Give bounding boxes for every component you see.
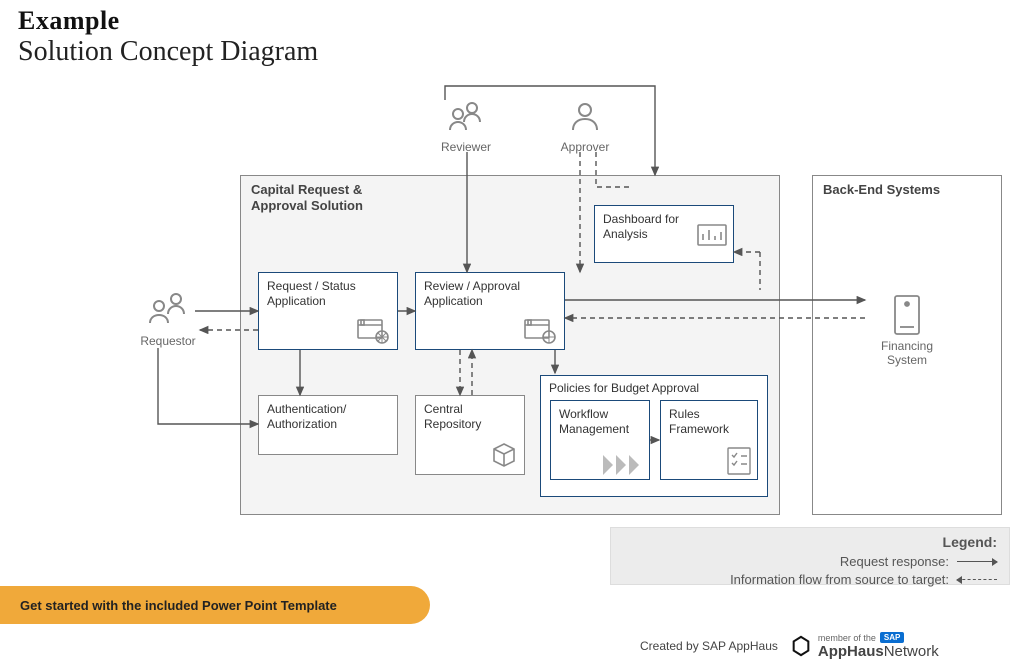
cta-get-started[interactable]: Get started with the included Power Poin…	[0, 586, 430, 624]
apphaus-network-badge: member of the SAP AppHausNetwork	[790, 632, 939, 660]
footer-brand-bold: AppHaus	[818, 643, 884, 660]
card-dashboard: Dashboard for Analysis	[594, 205, 734, 263]
approver-label: Approver	[545, 140, 625, 154]
chevrons-right-icon	[603, 455, 643, 475]
requestor-users-icon	[144, 290, 192, 330]
hexagon-icon	[790, 635, 812, 657]
analytics-icon	[697, 224, 727, 248]
legend-title: Legend:	[623, 534, 997, 550]
legend-info-flow: Information flow from source to target:	[730, 572, 949, 587]
legend-dashed-arrow-icon	[957, 579, 997, 580]
cube-icon	[490, 442, 518, 470]
legend-request-response: Request response:	[840, 554, 949, 569]
card-workflow-label: Workflow Management	[559, 407, 641, 437]
card-review-approval-label: Review / Approval Application	[424, 279, 556, 309]
web-app-icon	[524, 319, 558, 345]
legend: Legend: Request response: Information fl…	[610, 527, 1010, 585]
web-app-icon	[357, 319, 391, 345]
financing-system: Financing System	[870, 295, 944, 367]
requestor-label: Requestor	[128, 334, 208, 348]
server-icon	[894, 295, 920, 335]
card-rules: Rules Framework	[660, 400, 758, 480]
sap-badge: SAP	[880, 632, 904, 643]
card-auth-label: Authentication/ Authorization	[267, 402, 389, 432]
approver-user-icon	[567, 100, 603, 136]
legend-solid-arrow-icon	[957, 561, 997, 562]
card-dashboard-label: Dashboard for Analysis	[603, 212, 683, 242]
card-request-status: Request / Status Application	[258, 272, 398, 350]
card-central-repo: Central Repository	[415, 395, 525, 475]
reviewer-users-icon	[444, 100, 488, 136]
card-workflow: Workflow Management	[550, 400, 650, 480]
card-rules-label: Rules Framework	[669, 407, 749, 437]
footer-created-by: Created by SAP AppHaus	[640, 639, 778, 653]
cta-get-started-label: Get started with the included Power Poin…	[20, 598, 337, 613]
backend-container-title: Back-End Systems	[823, 182, 940, 198]
checklist-icon	[727, 447, 751, 475]
reviewer-label: Reviewer	[426, 140, 506, 154]
card-auth: Authentication/ Authorization	[258, 395, 398, 455]
solution-container-title: Capital Request & Approval Solution	[251, 182, 391, 215]
financing-system-label: Financing System	[870, 339, 944, 367]
policies-group-title: Policies for Budget Approval	[541, 376, 767, 400]
page-title: Solution Concept Diagram	[18, 36, 318, 68]
footer-brand-light: Network	[884, 643, 939, 660]
card-central-repo-label: Central Repository	[424, 402, 516, 432]
card-review-approval: Review / Approval Application	[415, 272, 565, 350]
footer-member-of: member of the	[818, 633, 876, 643]
card-request-status-label: Request / Status Application	[267, 279, 389, 309]
header-example: Example	[18, 6, 318, 36]
